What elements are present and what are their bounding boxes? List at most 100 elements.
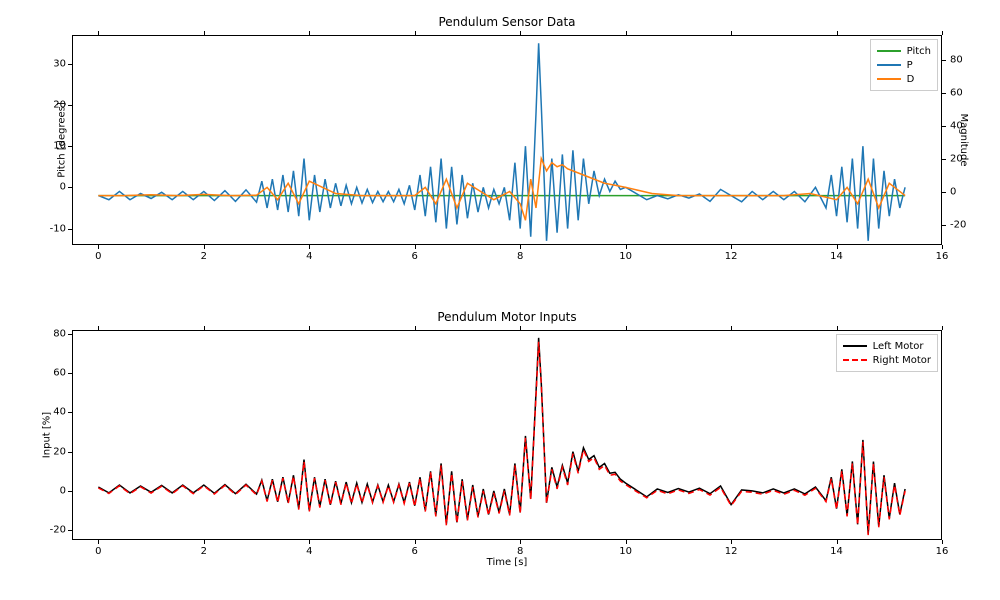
tick-mark [68, 229, 72, 230]
chart-title-1: Pendulum Sensor Data [72, 15, 942, 29]
tick-mark [837, 540, 838, 544]
tick-mark [68, 187, 72, 188]
tick-mark [731, 326, 732, 330]
legend-1: Pitch PD [870, 39, 938, 91]
tick-mark [68, 105, 72, 106]
tick-mark [942, 225, 946, 226]
tick-mark [415, 540, 416, 544]
legend-entry: P [877, 58, 931, 72]
tick-mark [942, 126, 946, 127]
x-tick-label: 16 [936, 251, 949, 262]
tick-mark [520, 245, 521, 249]
x-tick-label: 4 [306, 546, 312, 557]
x-tick-label: 14 [830, 251, 843, 262]
tick-mark [68, 373, 72, 374]
x-tick-label: 0 [95, 546, 101, 557]
tick-mark [942, 540, 943, 544]
tick-mark [942, 326, 943, 330]
tick-mark [68, 334, 72, 335]
tick-mark [68, 452, 72, 453]
y-tick-label-right: 0 [950, 187, 980, 198]
tick-mark [731, 540, 732, 544]
x-tick-label: 10 [619, 546, 632, 557]
y-tick-label: 10 [36, 141, 66, 152]
x-tick-label: 10 [619, 251, 632, 262]
series-d [98, 159, 905, 221]
tick-mark [626, 540, 627, 544]
tick-mark [942, 60, 946, 61]
x-tick-label: 14 [830, 546, 843, 557]
tick-mark [309, 245, 310, 249]
series-p [98, 43, 905, 241]
tick-mark [626, 245, 627, 249]
x-tick-label: 6 [412, 251, 418, 262]
tick-mark [204, 245, 205, 249]
tick-mark [68, 412, 72, 413]
y-tick-label-right: 20 [950, 154, 980, 165]
x-tick-label: 4 [306, 251, 312, 262]
tick-mark [98, 326, 99, 330]
tick-mark [520, 326, 521, 330]
legend-label: Left Motor [873, 341, 924, 352]
chart-title-2: Pendulum Motor Inputs [72, 310, 942, 324]
legend-label: Right Motor [873, 355, 931, 366]
subplot-sensor-data: Pendulum Sensor Data Pitch [degrees] Mag… [72, 35, 942, 245]
xlabel-2: Time [s] [72, 557, 942, 568]
x-tick-label: 8 [517, 546, 523, 557]
legend-label: Pitch [907, 46, 931, 57]
y-tick-label-right: 60 [950, 87, 980, 98]
tick-mark [837, 245, 838, 249]
tick-mark [942, 159, 946, 160]
legend-swatch [843, 345, 867, 347]
subplot-motor-inputs: Pendulum Motor Inputs Input [%] Time [s]… [72, 330, 942, 540]
tick-mark [942, 31, 943, 35]
legend-swatch [877, 50, 901, 52]
tick-mark [520, 540, 521, 544]
y-tick-label-right: 80 [950, 54, 980, 65]
legend-label: D [907, 74, 915, 85]
legend-entry: Pitch [877, 44, 931, 58]
x-tick-label: 2 [201, 546, 207, 557]
y-tick-label: -10 [36, 223, 66, 234]
tick-mark [626, 31, 627, 35]
tick-mark [98, 245, 99, 249]
tick-mark [837, 326, 838, 330]
tick-mark [626, 326, 627, 330]
tick-mark [520, 31, 521, 35]
legend-entry: D [877, 72, 931, 86]
tick-mark [942, 93, 946, 94]
tick-mark [68, 64, 72, 65]
x-tick-label: 12 [725, 251, 738, 262]
tick-mark [98, 540, 99, 544]
x-tick-label: 16 [936, 546, 949, 557]
tick-mark [731, 245, 732, 249]
figure: Pendulum Sensor Data Pitch [degrees] Mag… [0, 0, 1000, 600]
y-tick-label: -20 [36, 525, 66, 536]
tick-mark [68, 491, 72, 492]
legend-entry: Right Motor [843, 353, 931, 367]
tick-mark [415, 31, 416, 35]
x-tick-label: 8 [517, 251, 523, 262]
y-tick-label-right: -20 [950, 220, 980, 231]
plot-area-2 [72, 330, 942, 540]
y-tick-label: 40 [36, 407, 66, 418]
tick-mark [204, 326, 205, 330]
tick-mark [68, 146, 72, 147]
tick-mark [415, 245, 416, 249]
x-tick-label: 0 [95, 251, 101, 262]
tick-mark [309, 31, 310, 35]
y-tick-label: 0 [36, 485, 66, 496]
legend-swatch [877, 78, 901, 80]
y-tick-label: 60 [36, 368, 66, 379]
legend-label: P [907, 60, 913, 71]
legend-swatch [843, 359, 867, 361]
tick-mark [309, 326, 310, 330]
y-tick-label: 0 [36, 182, 66, 193]
plot-area-1 [72, 35, 942, 245]
legend-2: Left Motor Right Motor [836, 334, 938, 372]
tick-mark [204, 540, 205, 544]
y-tick-label: 30 [36, 58, 66, 69]
tick-mark [837, 31, 838, 35]
tick-mark [731, 31, 732, 35]
y-tick-label: 20 [36, 446, 66, 457]
